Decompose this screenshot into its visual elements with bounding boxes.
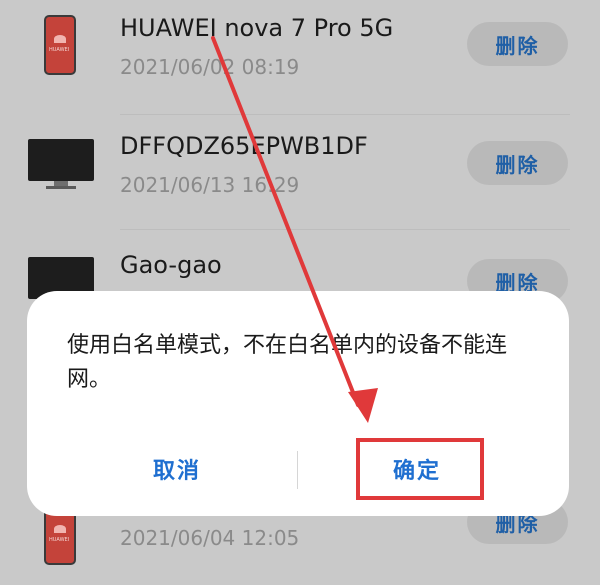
device-time: 2021/06/04 12:05 xyxy=(120,526,300,550)
delete-button[interactable]: 删除 xyxy=(467,22,568,66)
list-item: HUAWEI HUAWEI nova 7 Pro 5G 2021/06/02 0… xyxy=(0,0,600,115)
device-time: 2021/06/02 08:19 xyxy=(120,55,300,79)
huawei-logo-icon xyxy=(54,35,66,43)
device-name: DFFQDZ65EPWB1DF xyxy=(120,132,368,160)
whitelist-confirm-dialog: 使用白名单模式，不在白名单内的设备不能连网。 取消 确定 xyxy=(27,291,569,516)
dialog-message: 使用白名单模式，不在白名单内的设备不能连网。 xyxy=(67,333,508,392)
huawei-logo-icon xyxy=(54,525,66,533)
device-name: HUAWEI nova 7 Pro 5G xyxy=(120,14,394,42)
device-time: 2021/06/13 16:29 xyxy=(120,173,300,197)
list-item: DFFQDZ65EPWB1DF 2021/06/13 16:29 删除 xyxy=(0,115,600,230)
device-name: Gao-gao xyxy=(120,251,222,279)
phone-icon: HUAWEI xyxy=(44,15,76,75)
button-divider xyxy=(297,451,298,489)
cancel-button[interactable]: 取消 xyxy=(87,449,267,489)
annotation-highlight-box xyxy=(356,438,484,500)
delete-button[interactable]: 删除 xyxy=(467,141,568,185)
monitor-icon xyxy=(28,139,94,189)
